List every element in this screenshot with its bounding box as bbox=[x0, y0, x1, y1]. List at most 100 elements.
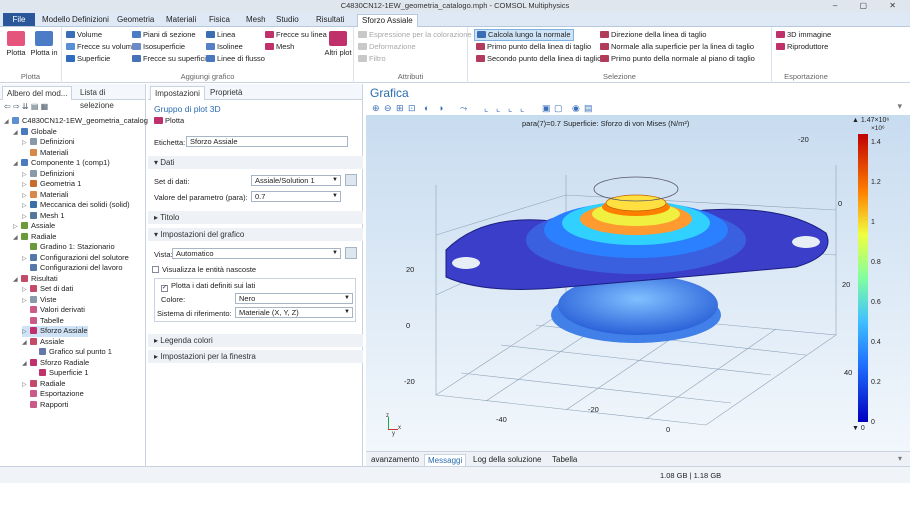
tree-node[interactable]: ▷ Assiale bbox=[13, 221, 55, 232]
isosurface-button[interactable]: Isosuperficie bbox=[132, 42, 185, 52]
tree-node[interactable]: ▷ Geometria 1 bbox=[22, 179, 81, 190]
zoom-box-icon[interactable]: ⊞ bbox=[396, 103, 404, 114]
label-field[interactable]: Sforzo Assiale bbox=[186, 136, 348, 147]
dataset-select[interactable]: Assiale/Solution 1 ▼ bbox=[251, 175, 341, 186]
tree-expand-icon[interactable]: ▷ bbox=[22, 138, 30, 148]
print-icon[interactable]: ▤ bbox=[584, 103, 593, 114]
tree-expand-icon[interactable]: ◢ bbox=[13, 275, 21, 285]
view-zx-icon[interactable]: ⌞ bbox=[508, 103, 512, 114]
tree-node[interactable]: Superficie 1 bbox=[31, 368, 89, 378]
menu-tab-geometria[interactable]: Geometria bbox=[113, 14, 158, 27]
tree-node[interactable]: ▷ Viste bbox=[22, 295, 57, 306]
plot-settings-button[interactable]: Plotta bbox=[154, 116, 184, 125]
view-select[interactable]: Automatico ▼ bbox=[172, 248, 341, 259]
tree-node[interactable]: ▷ Definizioni bbox=[22, 137, 75, 148]
panel-menu-icon[interactable]: ▾ bbox=[898, 454, 902, 463]
arrow-volume-button[interactable]: Frecce su volume bbox=[66, 42, 136, 52]
player-button[interactable]: Riproduttore bbox=[776, 42, 828, 52]
plot-in-button[interactable]: Plotta in bbox=[30, 31, 58, 57]
other-plots-button[interactable]: Altri plot bbox=[324, 31, 352, 57]
show-hidden-checkbox[interactable]: Visualizza le entità nascoste bbox=[152, 265, 256, 274]
tree-node[interactable]: Gradino 1: Stazionario bbox=[22, 242, 115, 252]
tree-node[interactable]: ▷ Sforzo Assiale bbox=[22, 326, 88, 337]
section-data[interactable]: ▾ Dati bbox=[148, 156, 363, 169]
tree-node[interactable]: ▷ Configurazioni del solutore bbox=[22, 253, 129, 264]
axis-orientation-icon[interactable]: ⤳ bbox=[460, 103, 467, 114]
plot-button[interactable]: Plotta bbox=[3, 31, 29, 57]
color-expression-button[interactable]: Espressione per la colorazione bbox=[358, 30, 472, 40]
tree-node[interactable]: Valori derivati bbox=[22, 305, 85, 315]
tree-expand-icon[interactable]: ▷ bbox=[22, 180, 30, 190]
volume-button[interactable]: Volume bbox=[66, 30, 102, 40]
section-title[interactable]: ▸ Titolo bbox=[148, 211, 363, 224]
tree-node[interactable]: ▷ Definizioni bbox=[22, 169, 75, 180]
tree-node[interactable]: ▷ Materiali bbox=[22, 190, 68, 201]
tree-node[interactable]: Configurazioni del lavoro bbox=[22, 263, 123, 273]
show-options-icon[interactable]: ⇊ bbox=[22, 102, 29, 111]
slice-button[interactable]: Piani di sezione bbox=[132, 30, 196, 40]
tree-node[interactable]: ▷ Set di dati bbox=[22, 284, 73, 295]
collapse-icon[interactable]: ▤ bbox=[31, 102, 39, 111]
view-goto-icon[interactable] bbox=[345, 247, 357, 259]
tab-solution-log[interactable]: Log della soluzione bbox=[470, 454, 545, 466]
tree-expand-icon[interactable]: ▷ bbox=[13, 222, 21, 232]
tree-expand-icon[interactable]: ◢ bbox=[4, 117, 12, 127]
section-plot-settings[interactable]: ▾ Impostazioni del grafico bbox=[148, 228, 363, 241]
expand-icon[interactable]: ▦ bbox=[41, 102, 49, 111]
line-button[interactable]: Linea bbox=[206, 30, 235, 40]
first-point-normal-plane-button[interactable]: Primo punto della normale al piano di ta… bbox=[600, 54, 755, 64]
section-window-settings[interactable]: ▸ Impostazioni per la finestra bbox=[148, 350, 363, 363]
dataset-goto-icon[interactable] bbox=[345, 174, 357, 186]
tree-node[interactable]: ▷ Radiale bbox=[22, 379, 65, 390]
menu-tab-studio[interactable]: Studio bbox=[272, 14, 303, 27]
tree-node[interactable]: ◢ C4830CN12-1EW_geometria_catalog bbox=[4, 116, 148, 127]
second-cutline-point-button[interactable]: Secondo punto della linea di taglio bbox=[476, 54, 601, 64]
tree-node[interactable]: Materiali bbox=[22, 148, 68, 158]
tree-expand-icon[interactable]: ▷ bbox=[22, 201, 30, 211]
tree-expand-icon[interactable]: ◢ bbox=[13, 128, 21, 138]
tree-expand-icon[interactable]: ◢ bbox=[13, 233, 21, 243]
tree-node[interactable]: Esportazione bbox=[22, 389, 84, 399]
tab-properties[interactable]: Proprietà bbox=[206, 86, 246, 100]
arrow-line-button[interactable]: Frecce su linea bbox=[265, 30, 327, 40]
tree-expand-icon[interactable]: ▷ bbox=[22, 191, 30, 201]
select-mode-icon[interactable]: ▢ bbox=[554, 103, 563, 114]
menu-tab-mesh[interactable]: Mesh bbox=[242, 14, 270, 27]
first-cutline-point-button[interactable]: Primo punto della linea di taglio bbox=[476, 42, 591, 52]
zoom-extents-icon[interactable]: ⊡ bbox=[408, 103, 416, 114]
tree-node[interactable]: ▷ Mesh 1 bbox=[22, 211, 65, 222]
filter-button[interactable]: Filtro bbox=[358, 54, 386, 64]
view-yz-icon[interactable]: ⌞ bbox=[496, 103, 500, 114]
section-color-legend[interactable]: ▸ Legenda colori bbox=[148, 334, 363, 347]
zoom-out-icon[interactable]: ⊖ bbox=[384, 103, 392, 114]
tree-node[interactable]: ◢ Globale bbox=[13, 127, 57, 138]
tree-expand-icon[interactable]: ▷ bbox=[22, 327, 30, 337]
tab-model-tree[interactable]: Albero del mod... bbox=[2, 86, 73, 100]
tree-expand-icon[interactable]: ▷ bbox=[22, 285, 30, 295]
transparency-icon[interactable]: ◑ bbox=[438, 103, 443, 113]
reference-system-select[interactable]: Materiale (X, Y, Z) ▼ bbox=[235, 307, 353, 318]
window-controls[interactable]: – ▢ ✕ bbox=[833, 0, 906, 12]
view-xy-icon[interactable]: ⌞ bbox=[484, 103, 488, 114]
tree-node[interactable]: Tabelle bbox=[22, 316, 64, 326]
tree-node[interactable]: ◢ Assiale bbox=[22, 337, 64, 348]
tab-table[interactable]: Tabella bbox=[549, 454, 580, 466]
surface-button[interactable]: Superficie bbox=[66, 54, 110, 64]
surface-normal-cutline-button[interactable]: Normale alla superficie per la linea di … bbox=[600, 42, 754, 52]
tree-node[interactable]: Rapporti bbox=[22, 400, 68, 410]
tree-node[interactable]: ◢ Sforzo Radiale bbox=[22, 358, 89, 369]
tree-expand-icon[interactable]: ◢ bbox=[22, 359, 30, 369]
cutline-direction-button[interactable]: Direzione della linea di taglio bbox=[600, 30, 706, 40]
tab-selection-list[interactable]: Lista di selezione bbox=[76, 86, 145, 110]
tree-node[interactable]: Grafico sul punto 1 bbox=[31, 347, 112, 357]
tree-node[interactable]: ◢ Componente 1 (comp1) bbox=[13, 158, 110, 169]
color-select[interactable]: Nero ▼ bbox=[235, 293, 353, 304]
compute-normal-button[interactable]: Calcola lungo la normale bbox=[474, 29, 574, 41]
select-icon[interactable]: ▣ bbox=[542, 103, 551, 114]
menu-tab-sforzo-assiale[interactable]: Sforzo Assiale bbox=[357, 14, 418, 27]
tree-expand-icon[interactable]: ◢ bbox=[22, 338, 30, 348]
plot-edge-data-checkbox[interactable]: ✓ Plotta i dati definiti sui lati bbox=[161, 281, 255, 292]
tab-progress[interactable]: avanzamento bbox=[368, 454, 422, 466]
tree-expand-icon[interactable]: ▷ bbox=[22, 212, 30, 222]
tree-expand-icon[interactable]: ▷ bbox=[22, 254, 30, 264]
